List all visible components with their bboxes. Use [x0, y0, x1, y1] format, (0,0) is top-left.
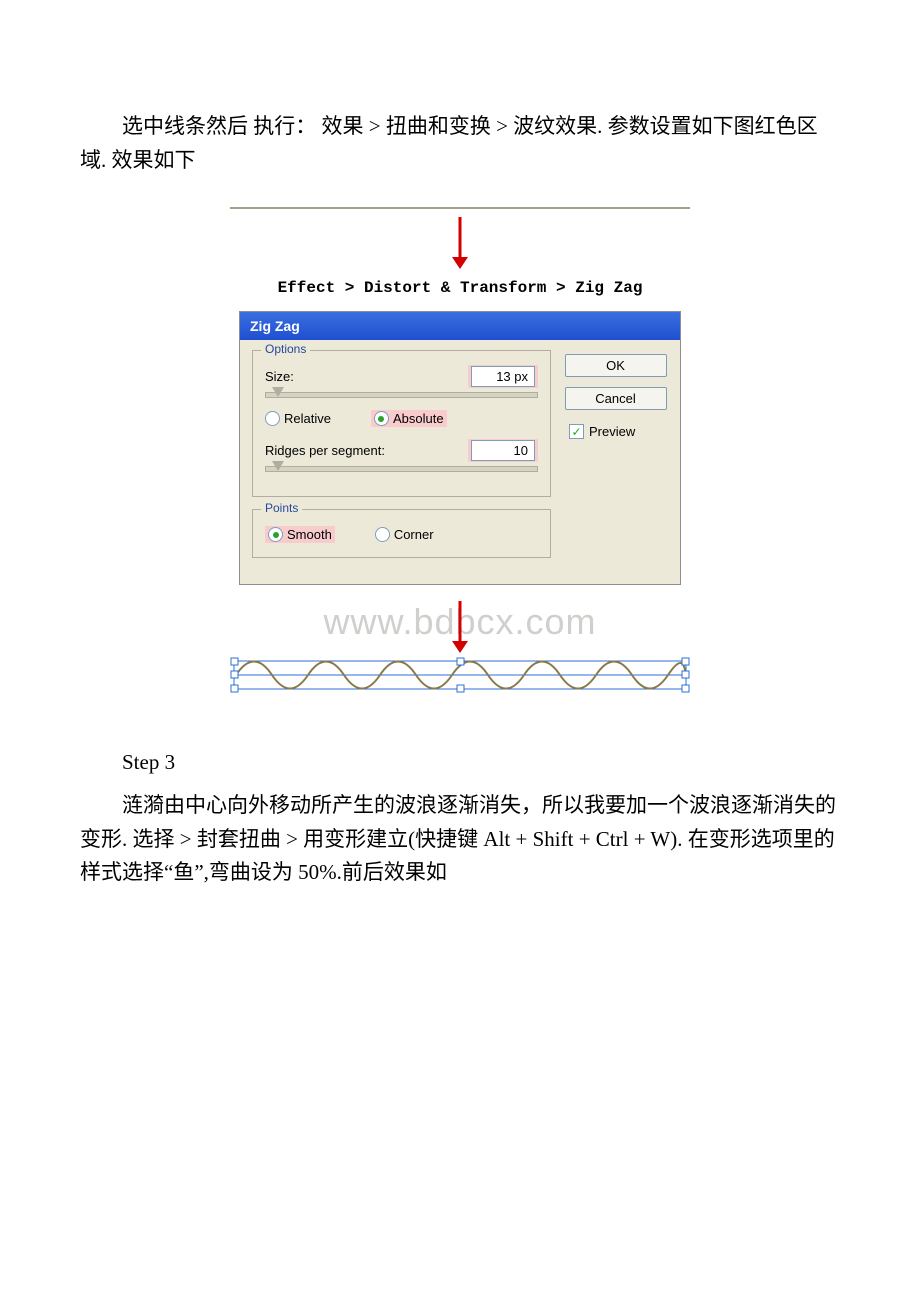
relative-radio[interactable]	[265, 411, 280, 426]
intro-paragraph: 选中线条然后 执行： 效果 > 扭曲和变换 > 波纹效果. 参数设置如下图红色区…	[80, 110, 840, 177]
ridges-field-highlight: 10	[468, 439, 538, 462]
size-label: Size:	[265, 369, 294, 384]
corner-label: Corner	[394, 527, 434, 542]
preview-label: Preview	[589, 424, 635, 439]
options-legend: Options	[261, 342, 310, 356]
source-line	[230, 207, 690, 209]
relative-label: Relative	[284, 411, 331, 426]
corner-radio[interactable]	[375, 527, 390, 542]
arrow-down-icon	[448, 215, 472, 271]
result-wave	[230, 655, 690, 700]
options-groupbox: Options Size: 13 px	[252, 350, 551, 497]
step3-heading: Step 3	[80, 750, 840, 775]
smooth-radio[interactable]	[268, 527, 283, 542]
preview-checkbox[interactable]: ✓	[569, 424, 584, 439]
zigzag-dialog: Zig Zag Options Size: 13 px	[239, 311, 681, 585]
ok-button[interactable]: OK	[565, 354, 667, 377]
ridges-slider-thumb[interactable]	[272, 461, 284, 471]
size-slider-thumb[interactable]	[272, 387, 284, 397]
absolute-label: Absolute	[393, 411, 444, 426]
size-field-highlight: 13 px	[468, 365, 538, 388]
points-groupbox: Points Smooth Corn	[252, 509, 551, 558]
arrow-down-1	[230, 215, 690, 271]
absolute-radio[interactable]	[374, 411, 389, 426]
points-legend: Points	[261, 501, 302, 515]
tutorial-figure: Effect > Distort & Transform > Zig Zag Z…	[80, 207, 840, 700]
arrow-down-icon	[448, 601, 472, 655]
smooth-label: Smooth	[287, 527, 332, 542]
cancel-button[interactable]: Cancel	[565, 387, 667, 410]
ridges-label: Ridges per segment:	[265, 443, 385, 458]
step3-paragraph: 涟漪由中心向外移动所产生的波浪逐渐消失，所以我要加一个波浪逐渐消失的变形. 选择…	[80, 789, 840, 890]
menu-path-text: Effect > Distort & Transform > Zig Zag	[230, 279, 690, 297]
size-slider[interactable]	[265, 392, 538, 398]
arrow-down-2	[230, 601, 690, 641]
wave-with-handles-icon	[230, 655, 690, 695]
dialog-titlebar: Zig Zag	[240, 312, 680, 340]
size-input[interactable]: 13 px	[471, 366, 535, 387]
ridges-slider[interactable]	[265, 466, 538, 472]
ridges-input[interactable]: 10	[471, 440, 535, 461]
